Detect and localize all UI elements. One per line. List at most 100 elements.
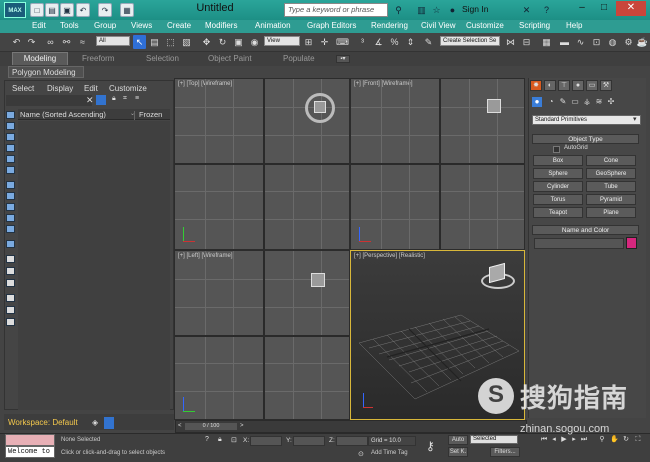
ribbon-toggle-icon[interactable]: ▬ (558, 35, 571, 49)
menu-views[interactable]: Views (131, 21, 152, 30)
goto-start-icon[interactable]: ⏮ (540, 436, 548, 444)
pivot-center-icon[interactable]: ⊞ (302, 35, 315, 49)
viewport-left[interactable]: [+] [Left] [Wireframe] (174, 250, 350, 420)
cone-button[interactable]: Cone (586, 155, 636, 166)
spinner-snap-icon[interactable]: ⇕ (404, 35, 417, 49)
display-frozen-icon[interactable] (6, 225, 15, 233)
display-spacewarps-icon[interactable] (6, 166, 15, 174)
time-prev-icon[interactable]: < (178, 423, 182, 429)
primitive-type-select[interactable]: Standard Primitives (532, 115, 641, 125)
undo-tool-icon[interactable]: ↶ (10, 35, 23, 49)
tab-selection[interactable]: Selection (146, 54, 179, 63)
time-next-icon[interactable]: > (240, 423, 244, 429)
named-selection-select[interactable]: Create Selection Se (440, 36, 500, 46)
menu-help[interactable]: Help (566, 21, 582, 30)
place-icon[interactable]: ◉ (248, 35, 261, 49)
menu-graph-editors[interactable]: Graph Editors (307, 21, 356, 30)
communication-icon[interactable]: ▥ (415, 3, 428, 17)
absolute-mode-icon[interactable]: ⊡ (231, 436, 237, 444)
key-icon[interactable]: ⚷ (426, 439, 435, 453)
reference-coord-select[interactable]: View (264, 36, 300, 46)
polygon-modeling-panel[interactable]: Polygon Modeling (8, 66, 84, 78)
angle-snap-icon[interactable]: ∡ (372, 35, 385, 49)
se-menu-display[interactable]: Display (47, 84, 73, 93)
display-lights-icon[interactable] (6, 133, 15, 141)
rect-selection-icon[interactable]: ⬚ (164, 35, 177, 49)
z-coord-input[interactable] (336, 436, 368, 446)
edit-named-sel-icon[interactable]: ✎ (422, 35, 435, 49)
systems-category-icon[interactable]: ✣ (606, 97, 616, 107)
x-coord-input[interactable] (250, 436, 282, 446)
name-color-rollout[interactable]: Name and Color (532, 225, 639, 235)
viewcube-left-icon[interactable] (311, 273, 325, 287)
display-cameras-icon[interactable] (6, 144, 15, 152)
unlink-icon[interactable]: ⚯ (60, 35, 73, 49)
display-children-icon[interactable] (6, 279, 15, 287)
help-icon[interactable]: ? (540, 3, 553, 17)
column-name[interactable]: Name (Sorted Ascending) (20, 110, 106, 119)
selection-filter-select[interactable]: All (96, 36, 130, 46)
key-filter-select[interactable]: Selected (470, 435, 518, 444)
zoom-icon[interactable]: ⚲ (598, 436, 606, 444)
percent-snap-icon[interactable]: % (388, 35, 401, 49)
menu-rendering[interactable]: Rendering (371, 21, 408, 30)
display-bones-icon[interactable] (6, 203, 15, 211)
display-shapes-icon[interactable] (6, 122, 15, 130)
viewcube-front-icon[interactable] (487, 99, 501, 113)
menu-group[interactable]: Group (94, 21, 116, 30)
viewport-front[interactable]: [+] [Front] [Wireframe] (350, 78, 525, 250)
rotate-icon[interactable]: ↻ (216, 35, 229, 49)
cylinder-button[interactable]: Cylinder (533, 181, 583, 192)
frame-counter[interactable]: 0 / 100 (185, 423, 237, 430)
teapot-button[interactable]: Teapot (533, 207, 583, 218)
add-time-tag-button[interactable]: Add Time Tag (371, 450, 408, 456)
scene-object-list[interactable] (18, 121, 170, 410)
column-frozen[interactable]: Frozen (139, 110, 162, 119)
ribbon-options-icon[interactable]: ▪▾ (336, 55, 350, 63)
box-button[interactable]: Box (533, 155, 583, 166)
open-icon[interactable]: ▤ (45, 3, 59, 17)
object-name-input[interactable] (534, 238, 624, 249)
sync-selection-icon[interactable] (6, 318, 15, 326)
workspace-selector[interactable]: Workspace: Default (8, 418, 78, 427)
se-menu-edit[interactable]: Edit (84, 84, 98, 93)
display-xrefs-icon[interactable] (6, 192, 15, 200)
search-icon[interactable]: ⚲ (392, 3, 405, 17)
geosphere-button[interactable]: GeoSphere (586, 168, 636, 179)
lock-icon[interactable]: 🔒︎ (112, 95, 116, 103)
motion-tab-icon[interactable]: ● (572, 80, 584, 91)
viewport-perspective-label[interactable]: [+] [Perspective] [Realistic] (354, 253, 425, 259)
link-icon[interactable]: ∞ (44, 35, 57, 49)
object-color-swatch[interactable] (626, 237, 637, 249)
display-containers-icon[interactable] (6, 214, 15, 222)
select-object-icon[interactable]: ↖ (133, 35, 146, 49)
object-type-rollout[interactable]: Object Type (532, 134, 639, 144)
close-icon[interactable]: ✕ (616, 1, 646, 16)
set-key-button[interactable]: Set K. (448, 447, 468, 457)
bind-space-warp-icon[interactable]: ≈ (76, 35, 89, 49)
render-setup-icon[interactable]: ⚙ (622, 35, 635, 49)
user-icon[interactable]: ● (446, 3, 459, 17)
project-icon[interactable]: ▦ (120, 3, 134, 17)
window-crossing-icon[interactable]: ▧ (180, 35, 193, 49)
geometry-category-icon[interactable]: ● (532, 97, 542, 107)
auto-key-button[interactable]: Auto (448, 435, 468, 445)
se-search-input[interactable] (6, 95, 92, 106)
next-frame-icon[interactable]: ▸ (570, 436, 578, 444)
menu-civil-view[interactable]: Civil View (421, 21, 456, 30)
shapes-category-icon[interactable]: ◔ (546, 97, 556, 107)
menu-create[interactable]: Create (167, 21, 191, 30)
move-icon[interactable]: ✥ (200, 35, 213, 49)
menu-tools[interactable]: Tools (60, 21, 79, 30)
scale-icon[interactable]: ▣ (232, 35, 245, 49)
chevron-down-icon[interactable]: ▾ (633, 115, 637, 123)
create-tab-icon[interactable]: ✸ (530, 80, 542, 91)
isolate-icon[interactable]: ? (205, 436, 209, 443)
menu-modifiers[interactable]: Modifiers (205, 21, 237, 30)
hierarchy-tab-icon[interactable]: ⊤ (558, 80, 570, 91)
display-helpers-icon[interactable] (6, 155, 15, 163)
menu-customize[interactable]: Customize (466, 21, 504, 30)
mirror-icon[interactable]: ⋈ (504, 35, 517, 49)
clear-search-icon[interactable]: ✕ (86, 95, 94, 106)
se-menu-select[interactable]: Select (12, 84, 34, 93)
